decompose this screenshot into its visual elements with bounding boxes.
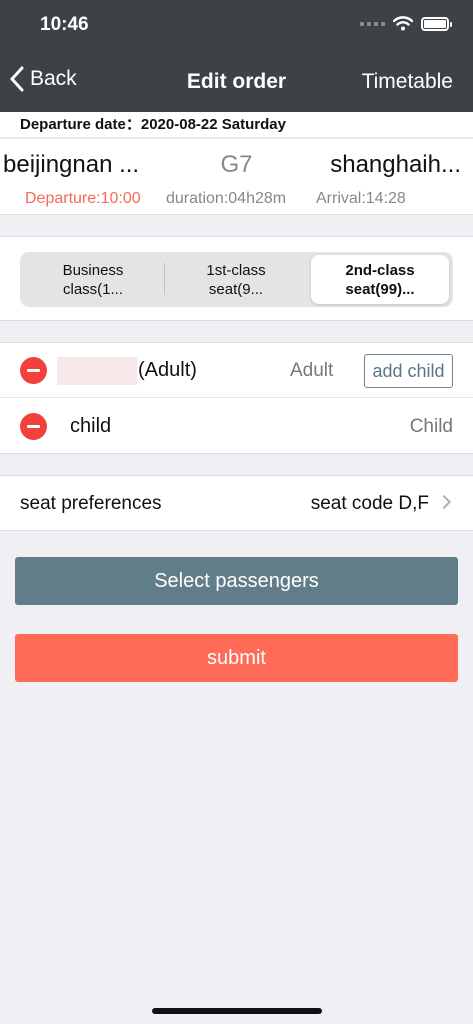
to-station: shanghaih... bbox=[330, 151, 461, 178]
passenger-row-adult: (Adult) Adult add child bbox=[0, 343, 473, 398]
departure-date: Departure date：2020-08-22 Saturday bbox=[0, 112, 473, 138]
passenger-type: Child bbox=[409, 416, 453, 437]
departure-time: Departure:10:00 bbox=[25, 190, 141, 207]
status-icons bbox=[360, 16, 452, 31]
seat-preferences-label: seat preferences bbox=[20, 493, 162, 514]
submit-button[interactable]: submit bbox=[15, 634, 458, 682]
chevron-left-icon bbox=[10, 66, 24, 92]
remove-passenger-icon[interactable] bbox=[20, 413, 47, 440]
signal-icon bbox=[360, 21, 385, 26]
remove-passenger-icon[interactable] bbox=[20, 357, 47, 384]
select-passengers-button[interactable]: Select passengers bbox=[15, 557, 458, 605]
seat-class-second-selected[interactable]: 2nd-class seat(99)... bbox=[311, 255, 449, 304]
passenger-type: Adult bbox=[290, 360, 334, 381]
battery-icon bbox=[421, 16, 452, 31]
seat-class-first[interactable]: 1st-class seat(9... bbox=[166, 255, 306, 304]
seat-class-selector: Business class(1... 1st-class seat(9... 2n… bbox=[20, 252, 453, 307]
home-indicator bbox=[152, 1008, 322, 1014]
passenger-list: (Adult) Adult add child child Child bbox=[0, 342, 473, 454]
chevron-right-icon bbox=[436, 494, 452, 510]
trip-duration: duration:04h28m bbox=[166, 190, 287, 207]
arrival-time: Arrival:14:28 bbox=[316, 190, 406, 207]
seat-class-business[interactable]: Business class(1... bbox=[23, 255, 163, 304]
timetable-button[interactable]: Timetable bbox=[362, 70, 453, 94]
add-child-button[interactable]: add child bbox=[364, 354, 453, 388]
passenger-row-child: child Child bbox=[0, 399, 473, 454]
seat-preferences-row[interactable]: seat preferences seat code D,F bbox=[0, 475, 473, 531]
passenger-name: child bbox=[70, 415, 112, 437]
passenger-name: (Adult) bbox=[138, 359, 197, 381]
status-time: 10:46 bbox=[40, 14, 89, 35]
header: 10:46 Back Edit order Timetable bbox=[0, 0, 473, 112]
back-label: Back bbox=[30, 67, 77, 90]
redacted-name bbox=[57, 357, 137, 385]
wifi-icon bbox=[393, 16, 413, 31]
seat-class-section: Business class(1... 1st-class seat(9... 2n… bbox=[0, 236, 473, 321]
back-button[interactable]: Back bbox=[10, 66, 77, 92]
seat-preferences-value: seat code D,F bbox=[310, 493, 429, 514]
segment-divider bbox=[164, 263, 165, 295]
train-info: beijingnan ... G7 shanghaih... Departure… bbox=[0, 139, 473, 215]
